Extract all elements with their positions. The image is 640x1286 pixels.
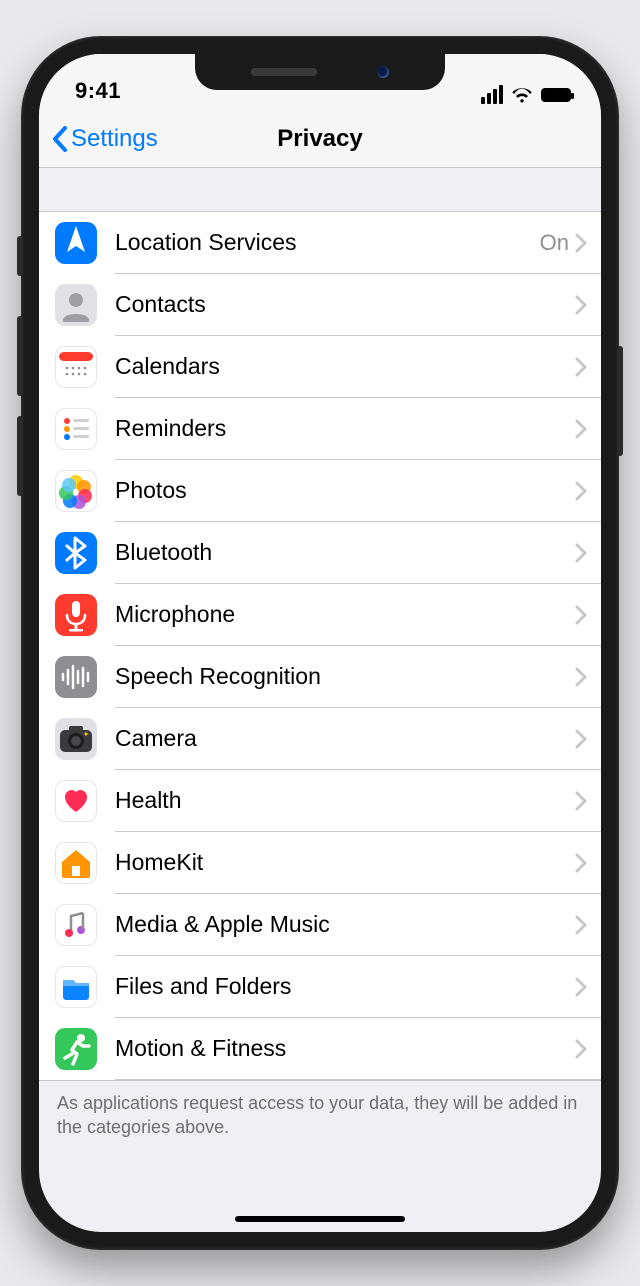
row-photos[interactable]: Photos <box>39 460 601 522</box>
wifi-icon <box>511 87 533 103</box>
chevron-right-icon <box>575 667 587 687</box>
row-label: Photos <box>115 477 569 504</box>
files-icon <box>55 966 97 1008</box>
chevron-right-icon <box>575 419 587 439</box>
chevron-right-icon <box>575 729 587 749</box>
back-label: Settings <box>71 125 158 153</box>
navigation-bar: Settings Privacy <box>39 110 601 168</box>
notch <box>195 54 445 90</box>
front-camera <box>377 66 389 78</box>
section-gap <box>39 168 601 212</box>
row-label: HomeKit <box>115 849 569 876</box>
device-frame: 9:41 Settings Privacy <box>21 36 619 1250</box>
row-camera[interactable]: Camera <box>39 708 601 770</box>
row-contacts[interactable]: Contacts <box>39 274 601 336</box>
chevron-right-icon <box>575 1039 587 1059</box>
contacts-icon <box>55 284 97 326</box>
row-calendars[interactable]: Calendars <box>39 336 601 398</box>
row-value: On <box>540 230 569 256</box>
chevron-left-icon <box>51 125 69 153</box>
row-label: Media & Apple Music <box>115 911 569 938</box>
chevron-right-icon <box>575 915 587 935</box>
row-microphone[interactable]: Microphone <box>39 584 601 646</box>
privacy-list[interactable]: Location ServicesOn Contacts Calendars Remi… <box>39 212 601 1080</box>
power-button <box>617 346 623 456</box>
chevron-right-icon <box>575 543 587 563</box>
location-icon <box>55 222 97 264</box>
chevron-right-icon <box>575 977 587 997</box>
bluetooth-icon <box>55 532 97 574</box>
row-label: Location Services <box>115 229 540 256</box>
row-label: Speech Recognition <box>115 663 569 690</box>
microphone-icon <box>55 594 97 636</box>
mute-switch <box>17 236 23 276</box>
health-icon <box>55 780 97 822</box>
row-label: Health <box>115 787 569 814</box>
homekit-icon <box>55 842 97 884</box>
row-homekit[interactable]: HomeKit <box>39 832 601 894</box>
motion-icon <box>55 1028 97 1070</box>
status-time: 9:41 <box>75 78 121 104</box>
speaker <box>251 68 317 76</box>
battery-icon <box>541 88 571 102</box>
row-files[interactable]: Files and Folders <box>39 956 601 1018</box>
row-music[interactable]: Media & Apple Music <box>39 894 601 956</box>
chevron-right-icon <box>575 295 587 315</box>
row-label: Motion & Fitness <box>115 1035 569 1062</box>
chevron-right-icon <box>575 791 587 811</box>
back-button[interactable]: Settings <box>51 125 158 153</box>
row-label: Contacts <box>115 291 569 318</box>
volume-down <box>17 416 23 496</box>
row-motion[interactable]: Motion & Fitness <box>39 1018 601 1080</box>
cellular-signal-icon <box>481 85 503 104</box>
chevron-right-icon <box>575 357 587 377</box>
speech-icon <box>55 656 97 698</box>
photos-icon <box>55 470 97 512</box>
row-label: Microphone <box>115 601 569 628</box>
row-location[interactable]: Location ServicesOn <box>39 212 601 274</box>
row-reminders[interactable]: Reminders <box>39 398 601 460</box>
row-label: Calendars <box>115 353 569 380</box>
chevron-right-icon <box>575 233 587 253</box>
row-label: Reminders <box>115 415 569 442</box>
row-speech[interactable]: Speech Recognition <box>39 646 601 708</box>
home-indicator[interactable] <box>235 1216 405 1222</box>
chevron-right-icon <box>575 605 587 625</box>
row-bluetooth[interactable]: Bluetooth <box>39 522 601 584</box>
row-health[interactable]: Health <box>39 770 601 832</box>
calendars-icon <box>55 346 97 388</box>
chevron-right-icon <box>575 481 587 501</box>
row-label: Camera <box>115 725 569 752</box>
reminders-icon <box>55 408 97 450</box>
section-footer: As applications request access to your d… <box>39 1080 601 1154</box>
row-label: Files and Folders <box>115 973 569 1000</box>
screen: 9:41 Settings Privacy <box>39 54 601 1232</box>
music-icon <box>55 904 97 946</box>
chevron-right-icon <box>575 853 587 873</box>
camera-icon <box>55 718 97 760</box>
volume-up <box>17 316 23 396</box>
row-label: Bluetooth <box>115 539 569 566</box>
